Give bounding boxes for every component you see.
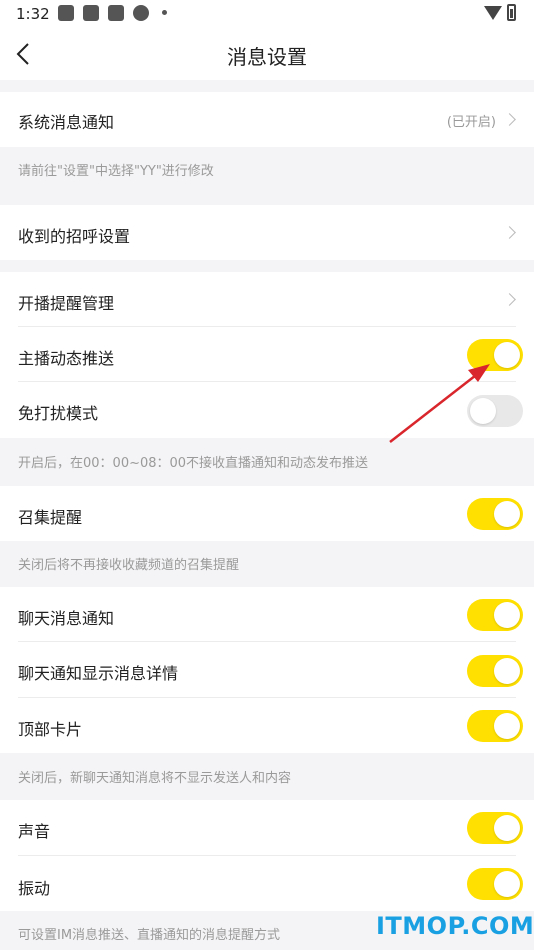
gather-reminder-toggle[interactable]: [467, 498, 523, 530]
greeting-settings-label: 收到的招呼设置: [18, 227, 131, 246]
chevron-right-icon: [503, 113, 516, 126]
system-notification-hint: 请前往"设置"中选择"YY"进行修改: [18, 164, 214, 179]
battery-icon: [507, 4, 516, 21]
toggle-knob: [494, 501, 520, 527]
vibrate-toggle[interactable]: [467, 868, 523, 900]
anchor-push-label: 主播动态推送: [18, 349, 115, 368]
app-notification-icon: [133, 5, 149, 21]
notification-icon: [58, 5, 74, 21]
gather-reminder-row: 召集提醒: [0, 486, 534, 541]
wifi-icon: [484, 6, 502, 20]
vibrate-label: 振动: [18, 879, 51, 898]
status-time: 1:32: [16, 5, 50, 23]
chat-notification-row: 聊天消息通知: [0, 587, 534, 642]
system-notification-status: (已开启): [446, 115, 496, 130]
anchor-push-row: 主播动态推送: [0, 327, 534, 382]
do-not-disturb-toggle[interactable]: [467, 395, 523, 427]
more-notifications-icon: [162, 10, 167, 15]
toggle-knob: [494, 713, 520, 739]
gather-reminder-label: 召集提醒: [18, 508, 83, 527]
chat-notification-label: 聊天消息通知: [18, 609, 115, 628]
anchor-push-toggle[interactable]: [467, 339, 523, 371]
top-card-row: 顶部卡片: [0, 698, 534, 753]
watermark-logo: ITMOP.COM: [376, 912, 534, 940]
chat-hint: 关闭后，新聊天通知消息将不显示发送人和内容: [18, 771, 292, 786]
chat-detail-label: 聊天通知显示消息详情: [18, 664, 179, 683]
sound-label: 声音: [18, 822, 51, 841]
gather-reminder-hint: 关闭后将不再接收收藏频道的召集提醒: [18, 558, 240, 573]
toggle-knob: [494, 871, 520, 897]
notification-icon: [108, 5, 124, 21]
toggle-knob: [494, 342, 520, 368]
page-title: 消息设置: [227, 45, 307, 69]
chat-notification-toggle[interactable]: [467, 599, 523, 631]
toggle-knob: [494, 658, 520, 684]
chat-detail-row: 聊天通知显示消息详情: [0, 642, 534, 698]
do-not-disturb-row: 免打扰模式: [0, 382, 534, 438]
top-card-toggle[interactable]: [467, 710, 523, 742]
notification-icon: [83, 5, 99, 21]
live-reminder-row[interactable]: 开播提醒管理: [0, 272, 534, 327]
chat-detail-toggle[interactable]: [467, 655, 523, 687]
alerts-hint: 可设置IM消息推送、直播通知的消息提醒方式: [18, 928, 281, 943]
do-not-disturb-hint: 开启后，在00：00~08：00不接收直播通知和动态发布推送: [18, 456, 369, 471]
sound-toggle[interactable]: [467, 812, 523, 844]
toggle-knob: [470, 398, 496, 424]
toggle-knob: [494, 602, 520, 628]
live-reminder-label: 开播提醒管理: [18, 294, 115, 313]
do-not-disturb-label: 免打扰模式: [18, 404, 99, 423]
greeting-settings-row[interactable]: 收到的招呼设置: [0, 205, 534, 260]
chevron-right-icon: [503, 226, 516, 239]
toggle-knob: [494, 815, 520, 841]
status-bar: 1:32: [0, 0, 534, 28]
vibrate-row: 振动: [0, 856, 534, 911]
chevron-right-icon: [503, 293, 516, 306]
header-bar: 消息设置: [0, 28, 534, 80]
top-card-label: 顶部卡片: [18, 720, 83, 739]
system-notification-row[interactable]: 系统消息通知 (已开启): [0, 92, 534, 147]
sound-row: 声音: [0, 800, 534, 856]
system-notification-label: 系统消息通知: [18, 113, 115, 132]
